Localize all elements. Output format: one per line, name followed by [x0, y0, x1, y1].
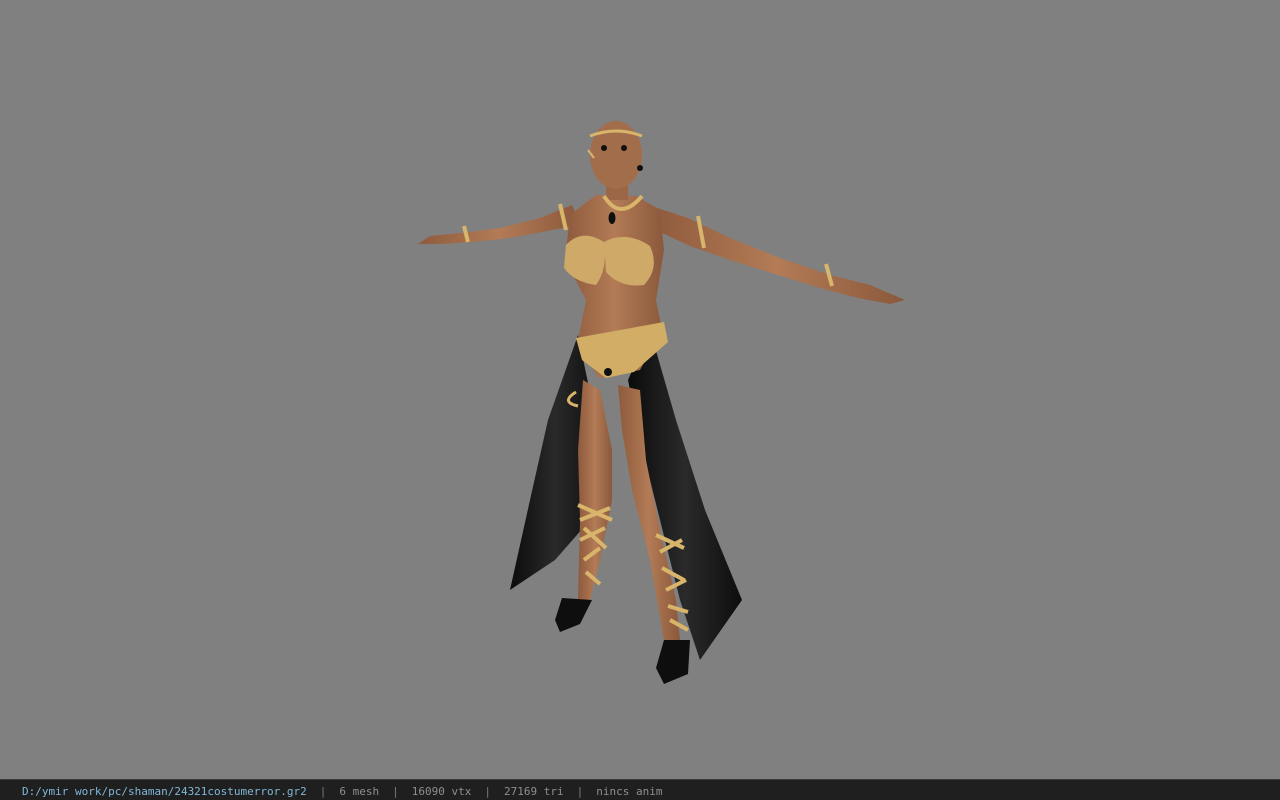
sandal-left	[555, 598, 592, 632]
file-path: D:/ymir work/pc/shaman/24321costumerror.…	[22, 785, 307, 798]
mesh-count: 6 mesh	[339, 785, 380, 798]
character-model[interactable]	[0, 0, 1280, 779]
separator: |	[484, 785, 492, 798]
separator: |	[576, 785, 584, 798]
arm-left	[418, 205, 580, 244]
3d-viewport[interactable]	[0, 0, 1280, 779]
status-bar: D:/ymir work/pc/shaman/24321costumerror.…	[0, 779, 1280, 800]
separator: |	[319, 785, 327, 798]
bra-left	[564, 235, 605, 285]
sandal-right	[656, 640, 690, 684]
leg-left	[578, 380, 612, 600]
separator: |	[392, 785, 399, 798]
animation-status: nincs anim	[596, 785, 663, 798]
vertex-count: 16090 vtx	[411, 785, 472, 798]
arm-right	[648, 205, 905, 304]
triangle-count: 27169 tri	[504, 785, 564, 798]
